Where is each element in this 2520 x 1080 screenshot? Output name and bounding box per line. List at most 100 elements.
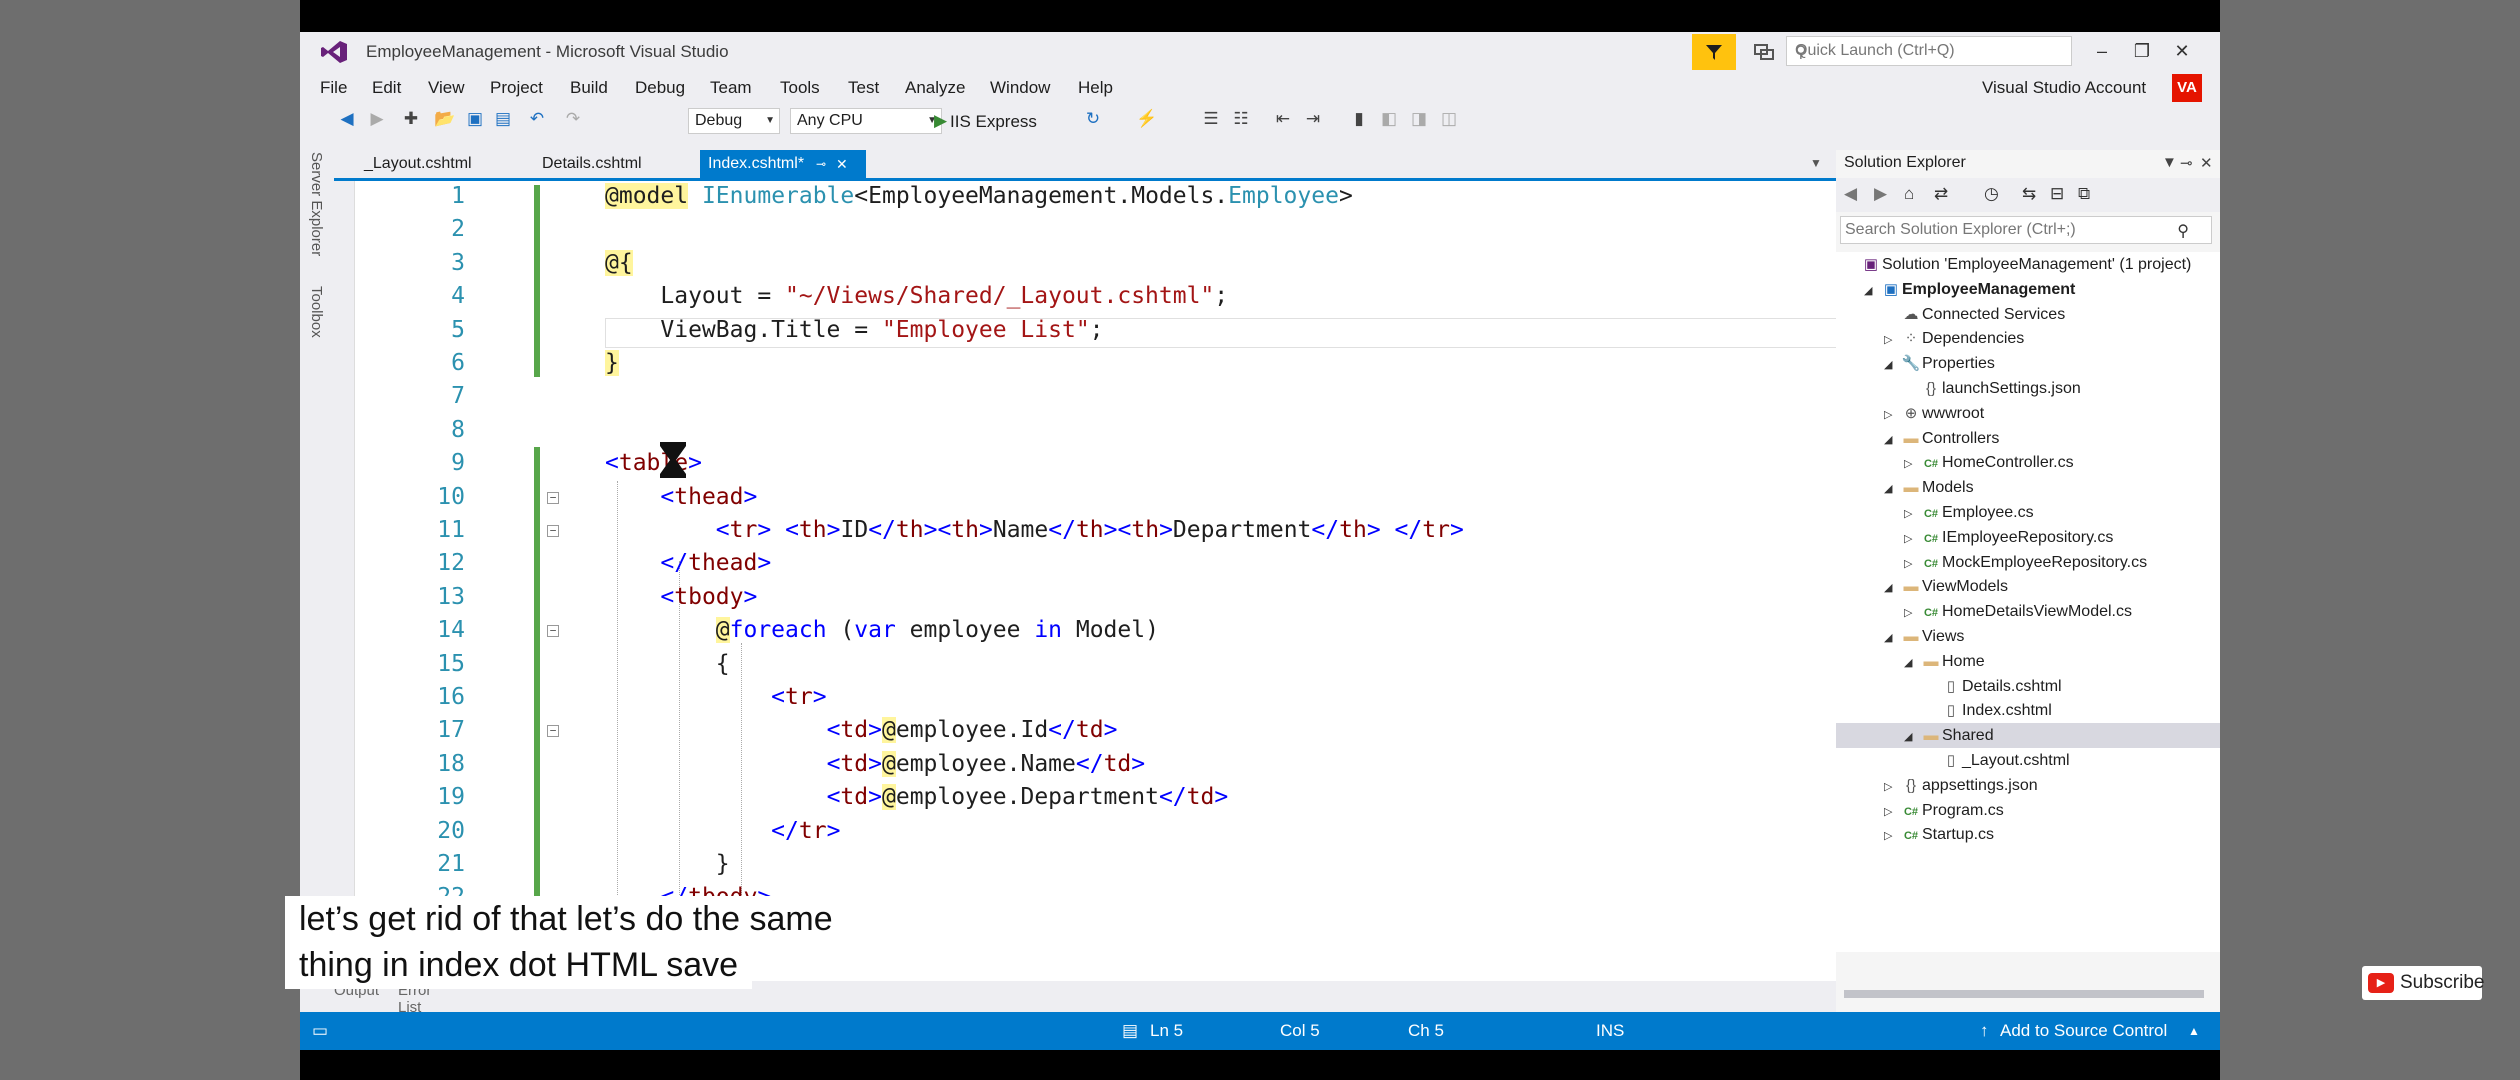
clear-bookmarks-icon[interactable]: ◫ [1438, 108, 1460, 130]
solution-search-input[interactable]: Search Solution Explorer (Ctrl+;) ⚲ [1840, 216, 2212, 244]
menu-debug[interactable]: Debug [635, 78, 685, 98]
tab-index-cshtml[interactable]: Index.cshtml* ⊸ ✕ [700, 150, 866, 178]
tree-node[interactable]: ▣ Solution 'EmployeeManagement' (1 projec… [1836, 252, 2191, 277]
tree-node[interactable]: {} launchSettings.json [1836, 376, 2081, 401]
account-menu[interactable]: Visual Studio Account [1982, 78, 2146, 98]
uncomment-icon[interactable]: ☷ [1230, 108, 1252, 130]
tree-node[interactable]: ▷ C# IEmployeeRepository.cs [1836, 525, 2113, 550]
tree-node[interactable]: ▯ Index.cshtml [1836, 698, 2052, 723]
tree-node[interactable]: ◢ ▬ Home [1836, 649, 1985, 674]
fold-toggle-icon[interactable]: − [547, 625, 559, 637]
menu-view[interactable]: View [428, 78, 465, 98]
fold-toggle-icon[interactable]: − [547, 492, 559, 504]
save-all-icon[interactable]: ▤ [492, 108, 514, 130]
tree-node[interactable]: ▷ C# Program.cs [1836, 798, 2004, 823]
menu-edit[interactable]: Edit [372, 78, 401, 98]
toolbox-tab[interactable]: Toolbox [308, 286, 325, 338]
expanded-arrow-icon[interactable]: ◢ [1904, 725, 1920, 750]
expanded-arrow-icon[interactable]: ◢ [1864, 279, 1880, 304]
menu-build[interactable]: Build [570, 78, 608, 98]
previous-bookmark-icon[interactable]: ◧ [1378, 108, 1400, 130]
home-icon[interactable]: ⌂ [1904, 184, 1914, 204]
expanded-arrow-icon[interactable]: ◢ [1884, 626, 1900, 651]
outdent-icon[interactable]: ⇤ [1272, 108, 1294, 130]
close-tab-icon[interactable]: ✕ [836, 150, 848, 178]
tree-node[interactable]: ◢ 🔧 Properties [1836, 351, 1995, 376]
tree-node[interactable]: ▯ _Layout.cshtml [1836, 748, 2070, 773]
menu-file[interactable]: File [320, 78, 347, 98]
tree-node[interactable]: ▷ ⊕ wwwroot [1836, 401, 1984, 426]
feedback-icon[interactable] [1752, 40, 1776, 64]
collapse-all-icon[interactable]: ⊟ [2050, 184, 2064, 204]
back-icon[interactable]: ◀ [1844, 184, 1857, 204]
tree-node[interactable]: ◢ ▬ ViewModels [1836, 574, 2008, 599]
navigate-back-icon[interactable]: ◀ [336, 108, 358, 130]
tree-horizontal-scrollbar[interactable] [1844, 990, 2204, 998]
tree-node[interactable]: ▷ ⁘ Dependencies [1836, 326, 2024, 351]
menu-analyze[interactable]: Analyze [905, 78, 965, 98]
menu-tools[interactable]: Tools [780, 78, 820, 98]
tree-node[interactable]: ▷ {} appsettings.json [1836, 773, 2038, 798]
switch-views-icon[interactable]: ⇄ [1934, 184, 1948, 204]
collapsed-arrow-icon[interactable]: ▷ [1884, 328, 1900, 353]
new-project-icon[interactable]: ✚ [400, 108, 422, 130]
expanded-arrow-icon[interactable]: ◢ [1884, 353, 1900, 378]
undo-icon[interactable]: ↶ [526, 108, 548, 130]
menu-help[interactable]: Help [1078, 78, 1113, 98]
collapsed-arrow-icon[interactable]: ▷ [1904, 527, 1920, 552]
menu-team[interactable]: Team [710, 78, 752, 98]
indent-icon[interactable]: ⇥ [1302, 108, 1324, 130]
forward-icon[interactable]: ▶ [1874, 184, 1887, 204]
minimize-button[interactable]: – [2082, 36, 2122, 66]
expanded-arrow-icon[interactable]: ◢ [1884, 576, 1900, 601]
collapsed-arrow-icon[interactable]: ▷ [1904, 502, 1920, 527]
tree-node[interactable]: ◢ ▬ Controllers [1836, 426, 1999, 451]
expanded-arrow-icon[interactable]: ◢ [1904, 651, 1920, 676]
expanded-arrow-icon[interactable]: ◢ [1884, 428, 1900, 453]
solution-configuration-select[interactable]: Debug ▼ [688, 108, 780, 134]
collapsed-arrow-icon[interactable]: ▷ [1884, 824, 1900, 849]
collapsed-arrow-icon[interactable]: ▷ [1884, 775, 1900, 800]
tree-node[interactable]: ☁ Connected Services [1836, 302, 2066, 327]
start-debugging-button[interactable]: IIS Express [950, 112, 1037, 132]
navigate-forward-icon[interactable]: ▶ [366, 108, 388, 130]
notifications-filter-button[interactable] [1692, 34, 1736, 70]
quick-launch-input[interactable]: Quick Launch (Ctrl+Q) ⚲ [1786, 36, 2072, 66]
tree-node[interactable]: ◢ ▬ Shared [1836, 723, 2220, 750]
tab-list-dropdown-icon[interactable]: ▼ [1810, 156, 1822, 170]
tab-details-cshtml[interactable]: Details.cshtml [534, 150, 650, 178]
close-panel-icon[interactable]: ✕ [2200, 154, 2213, 172]
refresh-icon[interactable]: ↻ [1082, 108, 1104, 130]
save-icon[interactable]: ▣ [464, 108, 486, 130]
collapsed-arrow-icon[interactable]: ▷ [1884, 403, 1900, 428]
restore-button[interactable]: ❐ [2122, 36, 2162, 66]
redo-icon[interactable]: ↷ [562, 108, 584, 130]
code-editor[interactable]: 12345678910111213141516171819202122 − − … [354, 181, 1905, 981]
add-to-source-control-button[interactable]: Add to Source Control [2000, 1021, 2167, 1041]
pending-changes-filter-icon[interactable]: ◷ [1984, 184, 1999, 204]
avatar[interactable]: VA [2172, 74, 2202, 102]
bookmark-icon[interactable]: ▮ [1348, 108, 1370, 130]
tree-node[interactable]: ◢ ▣ EmployeeManagement [1836, 277, 2075, 302]
show-all-files-icon[interactable]: ⧉ [2078, 184, 2090, 204]
tree-node[interactable]: ▯ Details.cshtml [1836, 674, 2062, 699]
menu-test[interactable]: Test [848, 78, 879, 98]
server-explorer-tab[interactable]: Server Explorer [308, 152, 325, 256]
sync-icon[interactable]: ⇆ [2022, 184, 2036, 204]
menu-project[interactable]: Project [490, 78, 543, 98]
tree-node[interactable]: ▷ C# HomeController.cs [1836, 450, 2074, 475]
tree-node[interactable]: ◢ ▬ Models [1836, 475, 1974, 500]
pin-icon[interactable]: ⊸ [816, 150, 826, 178]
subscribe-button[interactable]: ▶ Subscribe [2362, 966, 2485, 1000]
fold-toggle-icon[interactable]: − [547, 725, 559, 737]
browser-link-icon[interactable]: ⚡ [1136, 108, 1158, 130]
open-file-icon[interactable]: 📂 [434, 108, 456, 130]
collapsed-arrow-icon[interactable]: ▷ [1904, 452, 1920, 477]
panel-options-icon[interactable]: ▼ [2162, 154, 2177, 171]
tab-layout-cshtml[interactable]: _Layout.cshtml [356, 150, 480, 178]
pin-icon[interactable]: ⊸ [2180, 154, 2193, 172]
tree-node[interactable]: ▷ C# Employee.cs [1836, 500, 2034, 525]
collapsed-arrow-icon[interactable]: ▷ [1904, 601, 1920, 626]
tree-node[interactable]: ▷ C# HomeDetailsViewModel.cs [1836, 599, 2132, 624]
solution-platform-select[interactable]: Any CPU ▼ [790, 108, 942, 134]
